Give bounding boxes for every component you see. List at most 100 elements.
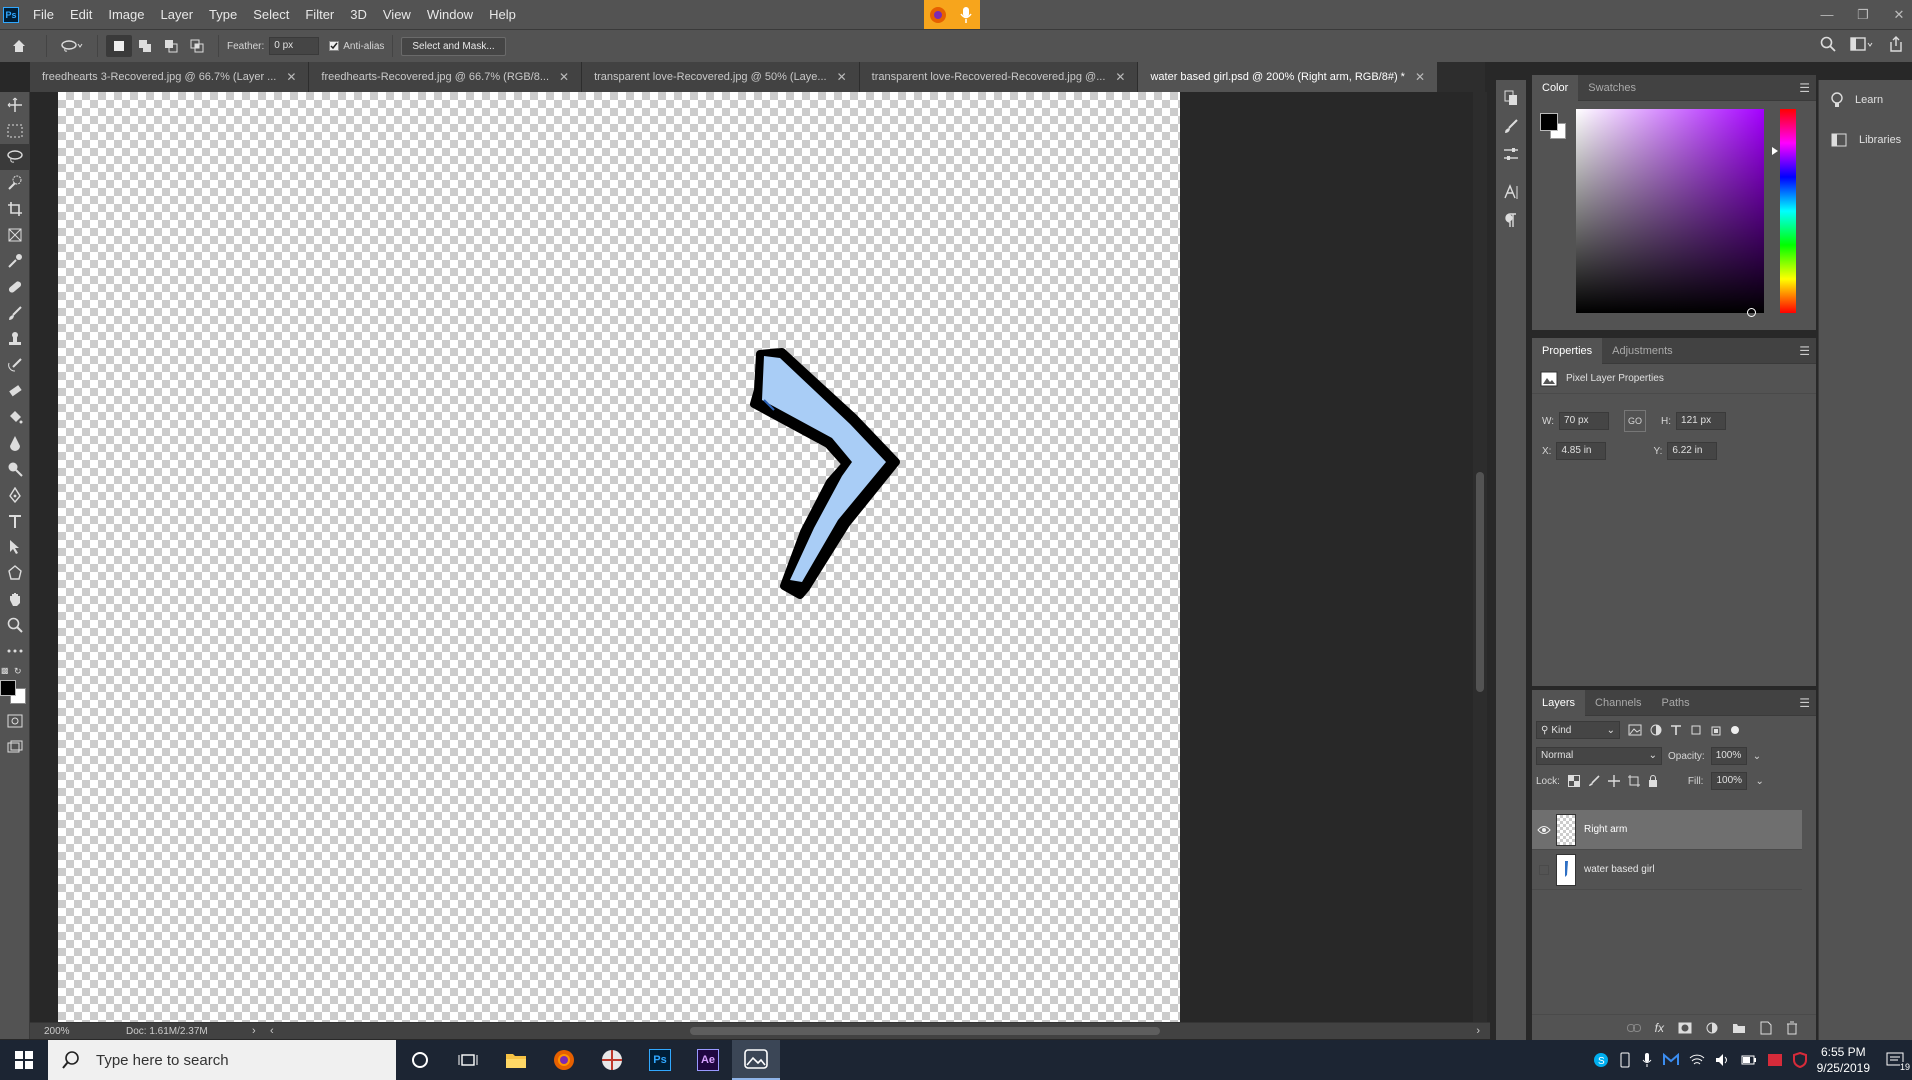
swap-colors-icon[interactable]: ↻ — [14, 666, 22, 677]
workspace-icon[interactable] — [1850, 36, 1874, 52]
frame-tool-icon[interactable] — [0, 222, 30, 248]
zoom-tool-icon[interactable] — [0, 612, 30, 638]
tab-channels[interactable]: Channels — [1585, 690, 1651, 716]
lock-pixels-icon[interactable] — [1588, 775, 1600, 787]
document-canvas[interactable] — [58, 92, 1180, 1022]
after-effects-icon[interactable]: Ae — [684, 1040, 732, 1080]
add-to-selection-icon[interactable] — [132, 39, 158, 53]
lock-transparency-icon[interactable] — [1567, 775, 1580, 787]
doc-tab[interactable]: freedhearts-Recovered.jpg @ 66.7% (RGB/8… — [309, 62, 583, 92]
doc-tab[interactable]: transparent love-Recovered-Recovered.jpg… — [859, 62, 1139, 92]
menu-help[interactable]: Help — [481, 0, 524, 29]
menu-edit[interactable]: Edit — [62, 0, 100, 29]
tab-swatches[interactable]: Swatches — [1578, 75, 1646, 101]
doc-tab-active[interactable]: water based girl.psd @ 200% (Right arm, … — [1138, 62, 1439, 92]
blur-tool-icon[interactable] — [0, 430, 30, 456]
learn-button[interactable]: Learn — [1819, 80, 1912, 120]
crop-tool-icon[interactable] — [0, 196, 30, 222]
menu-file[interactable]: File — [25, 0, 62, 29]
clone-stamp-tool-icon[interactable] — [0, 326, 30, 352]
filter-smart-object-icon[interactable] — [1710, 724, 1722, 736]
tab-adjustments[interactable]: Adjustments — [1602, 338, 1683, 364]
new-adjustment-layer-icon[interactable] — [1706, 1022, 1718, 1034]
battery-icon[interactable] — [1741, 1053, 1757, 1067]
paint-bucket-tool-icon[interactable] — [0, 404, 30, 430]
minimize-icon[interactable]: — — [1820, 7, 1834, 22]
close-icon[interactable]: ✕ — [559, 70, 569, 84]
brush-tool-icon[interactable] — [0, 300, 30, 326]
menu-filter[interactable]: Filter — [297, 0, 342, 29]
home-icon[interactable] — [0, 38, 38, 54]
history-icon[interactable] — [1496, 84, 1526, 112]
quick-mask-icon[interactable] — [0, 708, 30, 734]
skype-icon[interactable]: S — [1593, 1052, 1609, 1068]
new-group-icon[interactable] — [1732, 1022, 1746, 1034]
link-dimensions-icon[interactable]: GO — [1624, 410, 1647, 432]
move-tool-icon[interactable] — [0, 92, 30, 118]
lasso-tool-preset-icon[interactable] — [55, 39, 89, 53]
microphone-icon[interactable] — [952, 0, 980, 30]
menu-select[interactable]: Select — [245, 0, 297, 29]
history-brush-tool-icon[interactable] — [0, 352, 30, 378]
select-and-mask-button[interactable]: Select and Mask... — [401, 36, 506, 56]
character-panel-icon[interactable] — [1496, 178, 1526, 206]
brush-settings-icon[interactable] — [1496, 112, 1526, 140]
pen-tool-icon[interactable] — [0, 482, 30, 508]
menu-3d[interactable]: 3D — [342, 0, 375, 29]
volume-icon[interactable] — [1715, 1053, 1731, 1067]
filter-shape-icon[interactable] — [1690, 724, 1702, 736]
shape-tool-icon[interactable] — [0, 560, 30, 586]
layer-row[interactable]: Right arm — [1532, 810, 1802, 850]
close-icon[interactable]: ✕ — [286, 70, 296, 84]
notifications-icon[interactable]: 19 — [1886, 1052, 1910, 1072]
file-explorer-icon[interactable] — [492, 1040, 540, 1080]
close-icon[interactable]: ✕ — [1892, 7, 1906, 23]
libraries-button[interactable]: Libraries — [1819, 120, 1912, 160]
lasso-tool-icon[interactable] — [0, 144, 30, 170]
visibility-eye-icon[interactable] — [1532, 825, 1556, 835]
default-colors-icon[interactable]: ▩ — [1, 666, 9, 675]
width-input[interactable]: 70 px — [1559, 412, 1610, 430]
add-mask-icon[interactable] — [1678, 1022, 1692, 1034]
path-selection-tool-icon[interactable] — [0, 534, 30, 560]
filter-type-icon[interactable] — [1670, 724, 1682, 736]
firefox-icon[interactable] — [540, 1040, 588, 1080]
filter-toggle-icon[interactable] — [1730, 725, 1740, 735]
color-picker-cursor[interactable] — [1747, 308, 1756, 317]
taskbar-search[interactable]: Type here to search — [48, 1040, 396, 1080]
paragraph-panel-icon[interactable] — [1496, 206, 1526, 234]
more-tools-icon[interactable] — [0, 638, 30, 664]
x-input[interactable]: 4.85 in — [1556, 442, 1607, 460]
foreground-color-swatch[interactable] — [0, 680, 16, 696]
layer-style-fx-icon[interactable]: fx — [1655, 1021, 1664, 1035]
subtract-from-selection-icon[interactable] — [158, 39, 184, 53]
close-icon[interactable]: ✕ — [1115, 70, 1125, 84]
doc-tab[interactable]: transparent love-Recovered.jpg @ 50% (La… — [582, 62, 860, 92]
mail-icon[interactable] — [1662, 1053, 1679, 1067]
lock-artboard-icon[interactable] — [1627, 775, 1640, 787]
firefox-badge-icon[interactable] — [924, 0, 952, 30]
dodge-tool-icon[interactable] — [0, 456, 30, 482]
color-field[interactable] — [1576, 109, 1764, 317]
search-icon[interactable] — [1820, 36, 1836, 52]
link-layers-icon[interactable] — [1626, 1023, 1641, 1032]
chevron-down-icon[interactable]: ⌄ — [1753, 751, 1761, 762]
adjustments-sliders-icon[interactable] — [1496, 140, 1526, 168]
height-input[interactable]: 121 px — [1676, 412, 1727, 430]
restore-icon[interactable]: ❐ — [1856, 7, 1870, 23]
foreground-color-chip[interactable] — [1540, 113, 1558, 131]
eyedropper-tool-icon[interactable] — [0, 248, 30, 274]
cortana-icon[interactable] — [396, 1040, 444, 1080]
tab-paths[interactable]: Paths — [1652, 690, 1700, 716]
doc-tab[interactable]: freedhearts 3-Recovered.jpg @ 66.7% (Lay… — [30, 62, 310, 92]
layer-name[interactable]: water based girl — [1584, 864, 1655, 875]
browser-icon[interactable] — [588, 1040, 636, 1080]
network-icon[interactable] — [1689, 1053, 1705, 1067]
intersect-selection-icon[interactable] — [184, 39, 210, 53]
tab-color[interactable]: Color — [1532, 74, 1579, 101]
menu-type[interactable]: Type — [201, 0, 245, 29]
filter-adjustment-icon[interactable] — [1650, 724, 1662, 736]
kind-filter-select[interactable]: ⚲ Kind ⌄ — [1536, 721, 1620, 739]
close-icon[interactable]: ✕ — [1415, 70, 1425, 84]
scroll-right-icon[interactable]: › — [1476, 1025, 1480, 1037]
